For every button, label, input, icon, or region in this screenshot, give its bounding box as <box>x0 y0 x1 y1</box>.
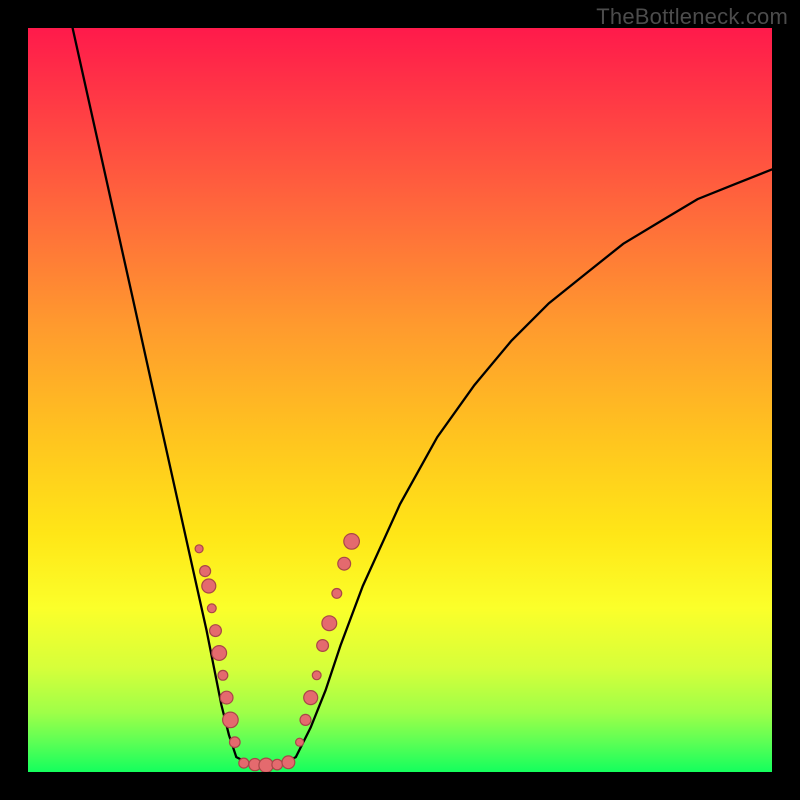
scatter-dot <box>202 579 216 593</box>
scatter-dot <box>220 691 233 704</box>
scatter-dot <box>338 557 351 570</box>
scatter-dot <box>239 758 249 768</box>
scatter-dot <box>296 738 304 746</box>
scatter-dot <box>259 758 273 772</box>
scatter-dots <box>195 534 359 772</box>
scatter-dot <box>200 566 211 577</box>
scatter-dot <box>272 759 283 770</box>
scatter-dot <box>212 646 227 661</box>
scatter-dot <box>218 670 228 680</box>
scatter-dot <box>304 691 318 705</box>
scatter-dot <box>317 640 329 652</box>
watermark-text: TheBottleneck.com <box>596 4 788 30</box>
scatter-dot <box>210 625 222 637</box>
scatter-dot <box>332 589 342 599</box>
scatter-dot <box>300 714 311 725</box>
chart-svg <box>28 28 772 772</box>
chart-frame: TheBottleneck.com <box>0 0 800 800</box>
scatter-dot <box>195 545 203 553</box>
scatter-dot <box>223 712 239 728</box>
scatter-dot <box>312 671 321 680</box>
plot-area <box>28 28 772 772</box>
scatter-dot <box>230 737 241 748</box>
scatter-dot <box>282 756 295 769</box>
scatter-dot <box>207 604 216 613</box>
bottleneck-curve <box>73 28 772 765</box>
scatter-dot <box>322 616 337 631</box>
scatter-dot <box>344 534 360 550</box>
